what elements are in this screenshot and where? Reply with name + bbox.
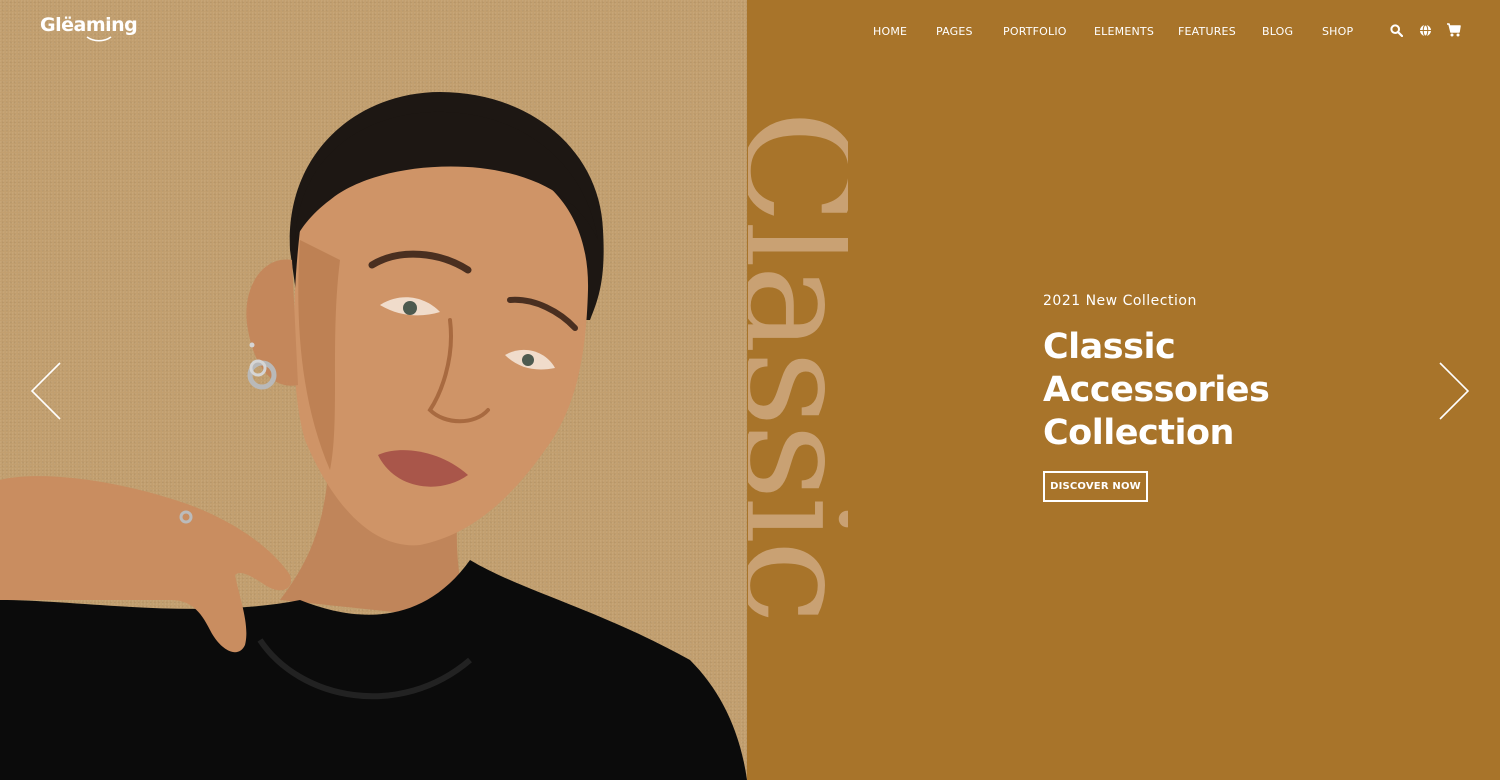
logo-swoosh-icon [86, 36, 112, 42]
site-logo[interactable]: Glëaming [40, 14, 138, 36]
nav-item-pages[interactable]: PAGES [936, 25, 973, 38]
hero-headline: Classic Accessories Collection [1043, 326, 1343, 455]
nav-item-blog[interactable]: BLOG [1262, 25, 1293, 38]
search-icon[interactable] [1390, 24, 1403, 37]
hero-image-panel [0, 0, 747, 780]
cart-icon[interactable] [1446, 23, 1461, 37]
discover-now-button[interactable]: DISCOVER NOW [1043, 471, 1148, 502]
globe-icon[interactable] [1419, 24, 1432, 37]
headline-line-1: Classic [1043, 327, 1176, 367]
nav-item-features[interactable]: FEATURES [1178, 25, 1236, 38]
nav-item-shop[interactable]: SHOP [1322, 25, 1353, 38]
model-portrait [0, 92, 747, 780]
headline-line-2: Accessories [1043, 370, 1270, 410]
hero-slider: Classic Glëaming HOME PAGES PORTFOLIO EL… [0, 0, 1500, 780]
nav-item-portfolio[interactable]: PORTFOLIO [1003, 25, 1067, 38]
collection-eyebrow: 2021 New Collection [1043, 293, 1197, 309]
vertical-word-text: Classic [748, 110, 848, 621]
nav-item-home[interactable]: HOME [873, 25, 907, 38]
chevron-left-icon[interactable] [30, 362, 62, 420]
chevron-right-icon[interactable] [1438, 362, 1470, 420]
headline-line-3: Collection [1043, 413, 1234, 453]
nav-item-elements[interactable]: ELEMENTS [1094, 25, 1154, 38]
decorative-vertical-word: Classic [748, 110, 848, 750]
